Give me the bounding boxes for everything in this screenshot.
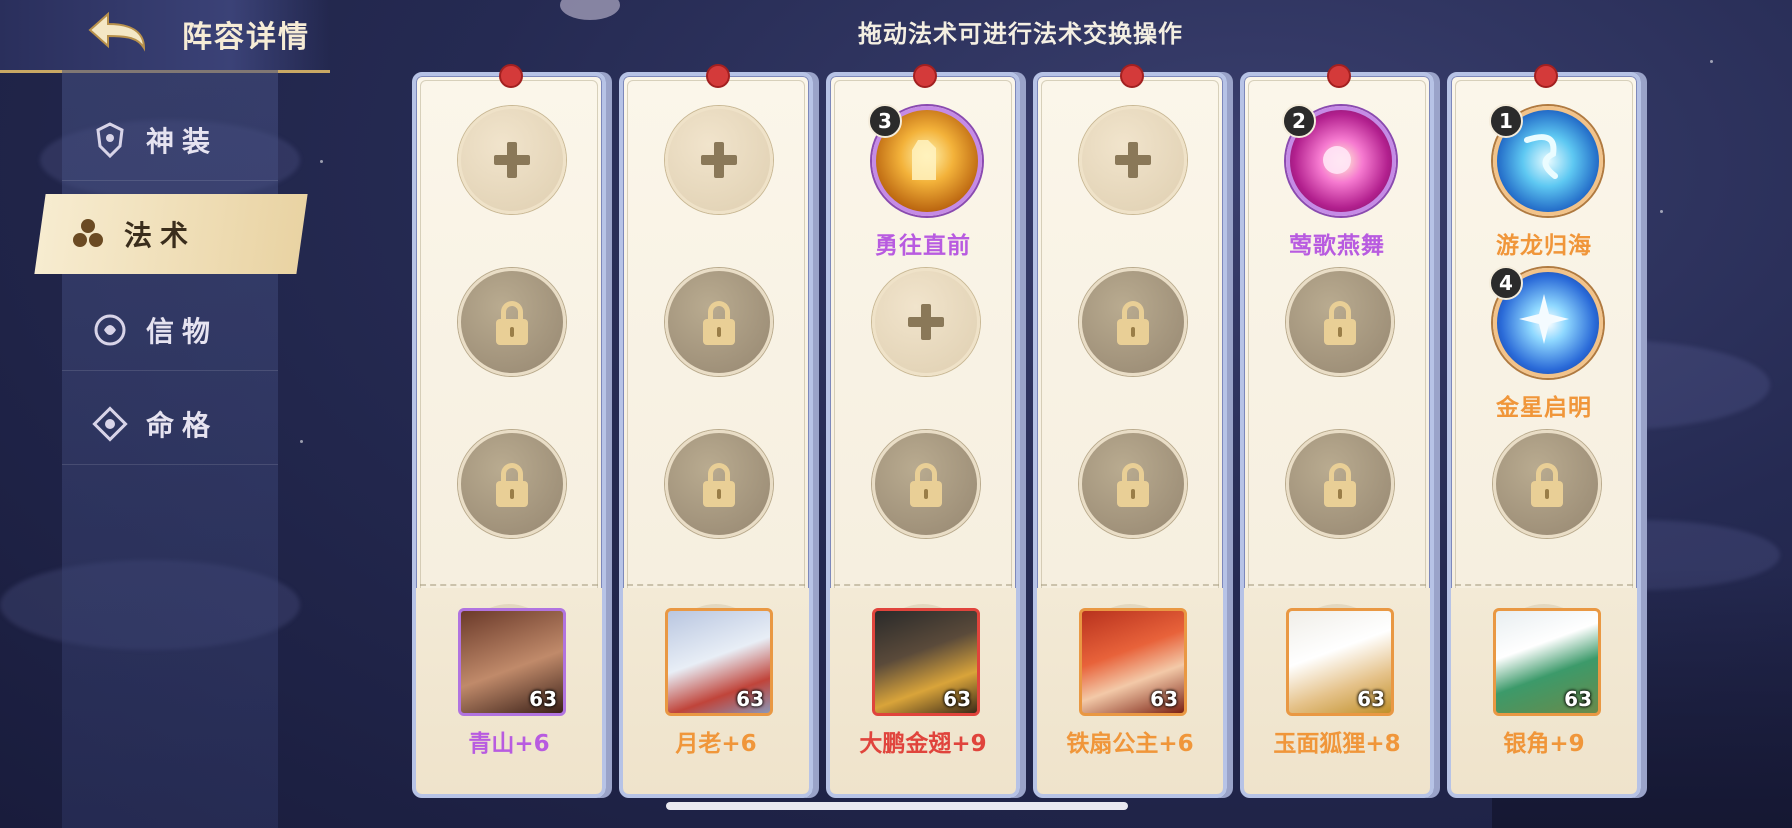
sidebar-item-label: 命格: [146, 409, 219, 442]
add-spell-slot[interactable]: [665, 106, 773, 214]
locked-slot: [458, 268, 566, 376]
spell-order-badge: 4: [1489, 266, 1523, 300]
armor-icon: [96, 122, 124, 159]
hero-card: 1 游龙归海 4 金星启明 63 银角+9: [1447, 64, 1641, 798]
hero-name: 青山+6: [468, 731, 550, 757]
card-knot: [1327, 64, 1351, 88]
spell-order-badge: 3: [868, 104, 902, 138]
sidebar-item-armor[interactable]: 神装: [62, 100, 278, 181]
hero-name: 月老+6: [675, 731, 757, 757]
spell-name: 莺歌燕舞: [1289, 233, 1385, 259]
add-spell-slot[interactable]: [872, 268, 980, 376]
spell-order-badge: 1: [1489, 104, 1523, 138]
divider: [627, 584, 805, 586]
divider: [1455, 584, 1633, 586]
divider: [834, 584, 1012, 586]
spell-slot[interactable]: 3: [868, 104, 982, 216]
fate-icon: [92, 406, 128, 442]
hero-area: 63 铁扇公主+6: [1037, 588, 1223, 794]
card-knot: [913, 64, 937, 88]
locked-slot: [1079, 268, 1187, 376]
hero-card: 63 青山+6: [412, 64, 606, 798]
hero-name: 玉面狐狸+8: [1273, 731, 1401, 757]
locked-slot: [1493, 430, 1601, 538]
locked-slot: [665, 268, 773, 376]
back-arrow-icon: [88, 11, 146, 52]
card-knot: [706, 64, 730, 88]
hero-area: 63 玉面狐狸+8: [1244, 588, 1430, 794]
divider: [1041, 584, 1219, 586]
locked-slot: [665, 430, 773, 538]
card-knot: [1120, 64, 1144, 88]
hero-card: 3 勇往直前 63 大鹏金翅+9: [826, 64, 1020, 798]
hero-level: 63: [1564, 687, 1592, 711]
hero-portrait[interactable]: 63: [1079, 608, 1187, 716]
divider: [1248, 584, 1426, 586]
hero-portrait[interactable]: 63: [1493, 608, 1601, 716]
hero-card: 63 月老+6: [619, 64, 813, 798]
token-icon: [94, 314, 126, 346]
page-title: 阵容详情: [182, 20, 310, 55]
back-button[interactable]: [82, 8, 152, 60]
hero-level: 63: [1150, 687, 1178, 711]
hero-area: 63 青山+6: [416, 588, 602, 794]
add-spell-slot[interactable]: [458, 106, 566, 214]
add-spell-slot[interactable]: [1079, 106, 1187, 214]
hero-level: 63: [1357, 687, 1385, 711]
locked-slot: [1286, 430, 1394, 538]
sidebar-item-label: 法术: [124, 219, 197, 252]
locked-slot: [458, 430, 566, 538]
locked-slot: [1286, 268, 1394, 376]
sidebar: 神装 法术 信物 命格: [34, 70, 308, 828]
hero-card: 63 铁扇公主+6: [1033, 64, 1227, 798]
divider: [420, 584, 598, 586]
hero-area: 63 大鹏金翅+9: [830, 588, 1016, 794]
sidebar-item-token[interactable]: 信物: [62, 290, 278, 371]
sidebar-item-spell[interactable]: 法术: [34, 194, 308, 274]
spell-slot[interactable]: 4: [1489, 266, 1603, 378]
card-knot: [1534, 64, 1558, 88]
locked-slot: [1079, 430, 1187, 538]
sidebar-item-label: 神装: [146, 125, 219, 158]
sidebar-item-fate[interactable]: 命格: [62, 384, 278, 465]
hero-area: 63 月老+6: [623, 588, 809, 794]
spell-order-badge: 2: [1282, 104, 1316, 138]
hero-portrait[interactable]: 63: [872, 608, 980, 716]
hero-card: 2 莺歌燕舞 63 玉面狐狸+8: [1240, 64, 1434, 798]
hero-area: 63 银角+9: [1451, 588, 1637, 794]
hero-portrait[interactable]: 63: [1286, 608, 1394, 716]
spell-icon: [73, 219, 103, 247]
spell-name: 游龙归海: [1496, 233, 1592, 259]
home-indicator[interactable]: [666, 802, 1128, 810]
hero-name: 铁扇公主+6: [1066, 731, 1194, 757]
hero-name: 大鹏金翅+9: [859, 731, 987, 757]
hero-level: 63: [943, 687, 971, 711]
locked-slot: [872, 430, 980, 538]
spell-name: 金星启明: [1496, 395, 1592, 421]
sidebar-item-label: 信物: [146, 315, 219, 348]
hero-level: 63: [529, 687, 557, 711]
card-knot: [499, 64, 523, 88]
hero-name: 银角+9: [1503, 731, 1585, 757]
spell-slot[interactable]: 1: [1489, 104, 1603, 216]
spell-slot[interactable]: 2: [1282, 104, 1396, 216]
top-header: 阵容详情: [0, 0, 330, 73]
hero-level: 63: [736, 687, 764, 711]
hero-portrait[interactable]: 63: [458, 608, 566, 716]
swap-hint: 拖动法术可进行法术交换操作: [858, 20, 1183, 48]
hero-portrait[interactable]: 63: [665, 608, 773, 716]
spell-name: 勇往直前: [875, 233, 971, 259]
